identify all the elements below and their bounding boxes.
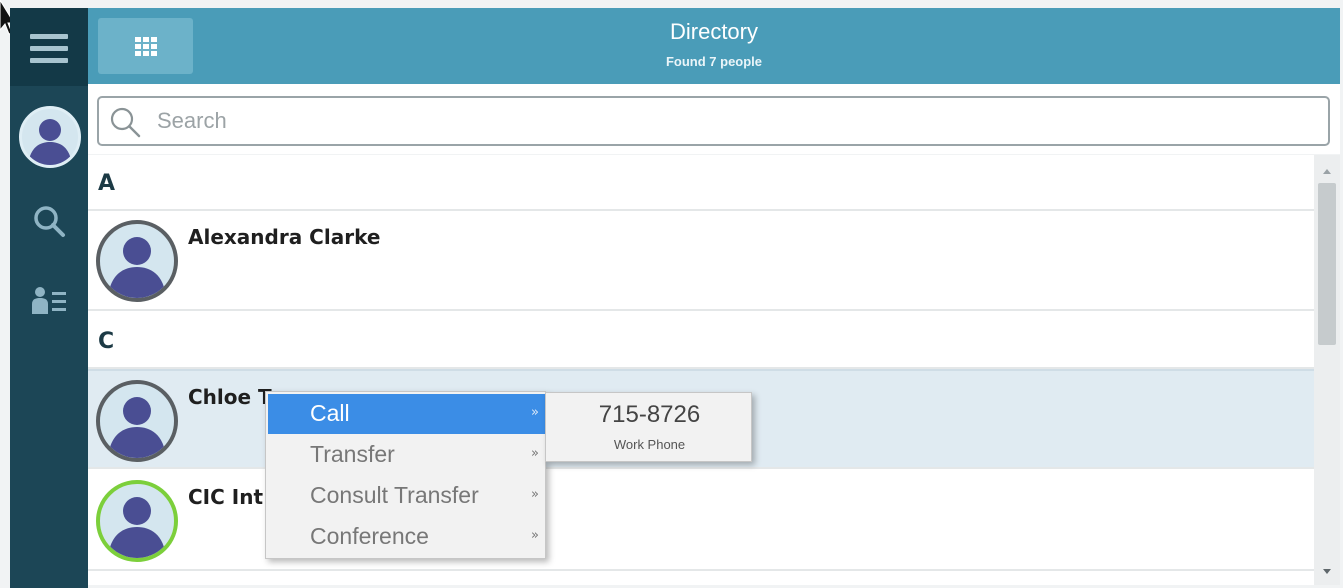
search-icon[interactable] (32, 204, 68, 240)
contact-name: Chloe T (188, 385, 272, 409)
menu-button[interactable] (10, 8, 88, 86)
person-silhouette-icon (28, 119, 72, 165)
contact-avatar (96, 380, 178, 462)
contact-avatar (96, 480, 178, 562)
menu-item-label: Consult Transfer (310, 482, 479, 508)
scroll-thumb[interactable] (1318, 183, 1336, 345)
contact-avatar (96, 220, 178, 302)
contacts-list-icon[interactable] (32, 284, 68, 320)
menu-item-transfer[interactable]: Transfer » (268, 435, 545, 475)
call-submenu[interactable]: 715-8726 Work Phone (545, 392, 752, 462)
directory-window: Directory Found 7 people A Alexandra Cla… (0, 0, 1343, 588)
menu-item-conference[interactable]: Conference » (268, 517, 545, 557)
result-count: Found 7 people (665, 54, 763, 69)
context-menu: Call » Transfer » Consult Transfer » Con… (265, 391, 546, 559)
person-silhouette-icon (108, 397, 166, 458)
list-scrollbar[interactable] (1314, 155, 1340, 585)
search-icon (110, 107, 141, 138)
navigation-rail (10, 8, 88, 588)
section-letter: C (98, 329, 115, 354)
directory-header: Directory Found 7 people (88, 8, 1340, 84)
search-input[interactable] (157, 106, 1307, 136)
submenu-arrow-icon: » (531, 405, 539, 420)
menu-item-label: Conference (310, 523, 429, 549)
section-header-c: C (88, 313, 1314, 369)
contact-row-alexandra-clarke[interactable]: Alexandra Clarke (88, 211, 1314, 311)
submenu-arrow-icon: » (531, 446, 539, 461)
menu-item-consult-transfer[interactable]: Consult Transfer » (268, 476, 545, 516)
person-silhouette-icon (108, 497, 166, 558)
menu-item-label: Call (310, 400, 350, 426)
section-header-a: A (88, 155, 1314, 211)
scroll-down-arrow-icon[interactable] (1323, 569, 1331, 574)
menu-item-call[interactable]: Call » (268, 394, 545, 434)
phone-type-label: Work Phone (613, 437, 686, 452)
menu-item-label: Transfer (310, 441, 395, 467)
contact-name: Alexandra Clarke (188, 225, 381, 249)
search-box[interactable] (97, 96, 1330, 146)
contact-name: CIC Int (188, 485, 263, 509)
scroll-up-arrow-icon[interactable] (1323, 169, 1331, 174)
person-silhouette-icon (108, 237, 166, 298)
section-letter: A (98, 171, 116, 196)
user-avatar[interactable] (19, 106, 81, 168)
search-bar (88, 84, 1340, 154)
hamburger-icon (30, 34, 68, 64)
page-title: Directory (669, 19, 758, 44)
submenu-arrow-icon: » (531, 487, 539, 502)
submenu-arrow-icon: » (531, 528, 539, 543)
phone-number[interactable]: 715-8726 (546, 401, 753, 429)
